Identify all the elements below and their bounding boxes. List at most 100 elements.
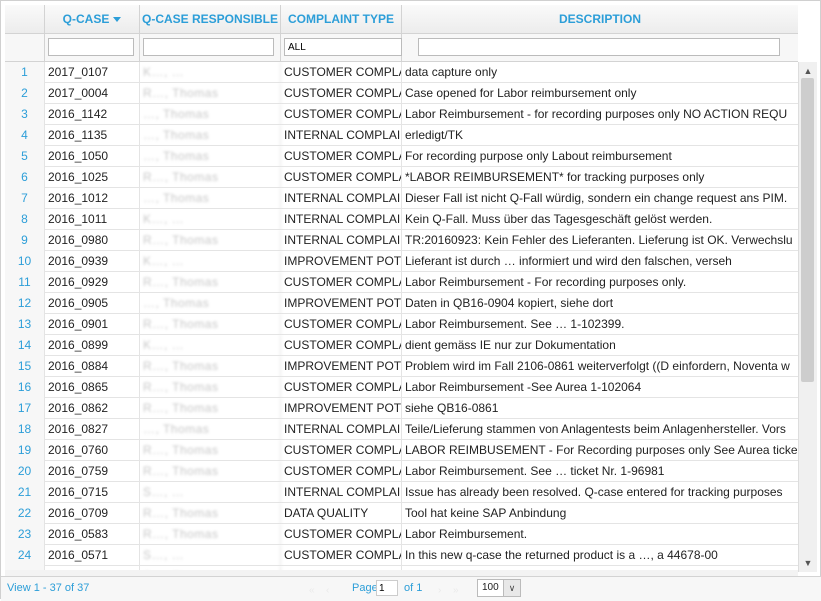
responsible-cell: …, Thomas	[140, 293, 281, 314]
table-row[interactable]: 13 2016_0901 R…, Thomas CUSTOMER COMPLA Labo…	[5, 314, 798, 335]
complaint-type-cell: IMPROVEMENT POTE	[281, 293, 402, 314]
table-row[interactable]: 11 2016_0929 R…, Thomas CUSTOMER COMPLA Labo…	[5, 272, 798, 293]
qcase-cell: 2016_0901	[45, 314, 140, 335]
row-number-cell: 12	[5, 293, 45, 314]
table-row[interactable]: 14 2016_0899 K…, … CUSTOMER COMPLA dient gem…	[5, 335, 798, 356]
complaint-type-filter-select[interactable]	[284, 38, 402, 56]
scroll-down-icon[interactable]: ▼	[799, 556, 817, 570]
complaint-type-header-label: COMPLAINT TYPE	[287, 12, 394, 26]
qcase-filter-input[interactable]	[48, 38, 134, 56]
responsible-cell: K…, …	[140, 62, 281, 83]
qcase-cell: 2016_1011	[45, 209, 140, 230]
complaint-type-cell: CUSTOMER COMPLA	[281, 461, 402, 482]
row-number-cell: 7	[5, 188, 45, 209]
chevron-down-icon[interactable]: ∨	[503, 580, 520, 596]
row-number-cell: 16	[5, 377, 45, 398]
sort-descending-icon[interactable]	[113, 17, 122, 23]
table-row[interactable]: 17 2016_0862 R…, Thomas IMPROVEMENT POTE sie…	[5, 398, 798, 419]
row-number-cell: 2	[5, 83, 45, 104]
column-header-description[interactable]: DESCRIPTION	[402, 5, 798, 33]
rows-per-page-select[interactable]: 100 ∨	[477, 579, 521, 597]
qcase-cell: 2016_0865	[45, 377, 140, 398]
description-cell: Labor Reimbursement -See Aurea 1-102064	[405, 380, 642, 394]
qcase-cell: 2016_0709	[45, 503, 140, 524]
scrollbar-thumb[interactable]	[801, 78, 814, 382]
column-header-responsible[interactable]: Q-CASE RESPONSIBLE	[140, 5, 281, 33]
responsible-filter-input[interactable]	[143, 38, 274, 56]
complaint-type-cell: CUSTOMER COMPLA	[281, 545, 402, 566]
qcase-grid: Q-CASE Q-CASE RESPONSIBLE COMPLAINT TYPE…	[0, 0, 821, 601]
table-row[interactable]: 19 2016_0760 R…, Thomas CUSTOMER COMPLA LABO…	[5, 440, 798, 461]
table-row[interactable]: 12 2016_0905…, Thomas IMPROVEMENT POTE Date…	[5, 293, 798, 314]
table-row[interactable]: 8 2016_1011 K…, … INTERNAL COMPLAIN Kein Q-F…	[5, 209, 798, 230]
responsible-cell: K…, …	[140, 335, 281, 356]
table-row[interactable]: 18 2016_0827…, Thomas INTERNAL COMPLAIN Tei…	[5, 419, 798, 440]
page-number-input[interactable]	[376, 580, 398, 596]
column-header-qcase[interactable]: Q-CASE	[45, 5, 140, 33]
table-row[interactable]: 22 2016_0709 R…, Thomas DATA QUALITY Tool ha…	[5, 503, 798, 524]
row-number-cell: 15	[5, 356, 45, 377]
complaint-type-cell: CUSTOMER COMPLA	[281, 440, 402, 461]
table-row[interactable]: 21 2016_0715 S…, … INTERNAL COMPLAIN Issue h…	[5, 482, 798, 503]
qcase-cell: 2016_0899	[45, 335, 140, 356]
last-page-icon[interactable]: »	[453, 585, 459, 596]
grid-body: 1 2017_0107 K…, … CUSTOMER COMPLA data captu…	[5, 62, 798, 570]
column-header-rownum	[5, 5, 45, 33]
column-header-complaint-type[interactable]: COMPLAINT TYPE	[281, 5, 402, 33]
next-page-icon[interactable]: ›	[438, 585, 441, 596]
complaint-type-cell: CUSTOMER COMPLA	[281, 314, 402, 335]
responsible-cell: R…, Thomas	[140, 314, 281, 335]
table-row[interactable]: 1 2017_0107 K…, … CUSTOMER COMPLA data captu…	[5, 62, 798, 83]
table-row[interactable]: 23 2016_0583 R…, Thomas CUSTOMER COMPLA Labo…	[5, 524, 798, 545]
complaint-type-cell: INTERNAL COMPLAIN	[281, 419, 402, 440]
table-row[interactable]: 20 2016_0759 R…, Thomas CUSTOMER COMPLA Labo…	[5, 461, 798, 482]
description-cell: Lieferant ist durch … informiert und wir…	[405, 254, 732, 268]
table-row[interactable]: 15 2016_0884 R…, Thomas IMPROVEMENT POTE Pro…	[5, 356, 798, 377]
table-row[interactable]: 3 2016_1142…, Thomas CUSTOMER COMPLA Labor …	[5, 104, 798, 125]
table-row[interactable]: 16 2016_0865 R…, Thomas CUSTOMER COMPLA Labo…	[5, 377, 798, 398]
prev-page-icon[interactable]: ‹	[326, 585, 329, 596]
description-filter-input[interactable]	[418, 38, 780, 56]
rows-per-page-value: 100	[482, 582, 499, 593]
table-row[interactable]: 2 2017_0004 R…, Thomas CUSTOMER COMPLA Case …	[5, 83, 798, 104]
row-number-cell: 6	[5, 167, 45, 188]
responsible-cell: S…, …	[140, 545, 281, 566]
responsible-cell: R…, Thomas	[140, 440, 281, 461]
first-page-icon[interactable]: «	[309, 585, 315, 596]
responsible-cell: R…, Thomas	[140, 230, 281, 251]
scroll-up-icon[interactable]: ▲	[799, 64, 817, 78]
row-number-cell: 4	[5, 125, 45, 146]
row-number-cell: 9	[5, 230, 45, 251]
qcase-cell: 2016_0760	[45, 440, 140, 461]
complaint-type-cell: INTERNAL COMPLAIN	[281, 482, 402, 503]
table-row[interactable]: 7 2016_1012…, Thomas INTERNAL COMPLAIN Dies…	[5, 188, 798, 209]
description-cell: Problem wird im Fall 2106-0861 weiterver…	[405, 359, 790, 373]
description-cell: Labor Reimbursement. See … 1-102399.	[405, 317, 625, 331]
complaint-type-cell: IMPROVEMENT POTE	[281, 356, 402, 377]
complaint-type-cell: CUSTOMER COMPLA	[281, 146, 402, 167]
row-number-cell: 8	[5, 209, 45, 230]
table-row[interactable]: 10 2016_0939 K…, … IMPROVEMENT POTE Lieferan…	[5, 251, 798, 272]
table-row[interactable]: 9 2016_0980 R…, Thomas INTERNAL COMPLAIN TR:…	[5, 230, 798, 251]
table-row[interactable]: 6 2016_1025 R…, Thomas CUSTOMER COMPLA *LABO…	[5, 167, 798, 188]
responsible-cell: S…, …	[140, 482, 281, 503]
description-cell: Tool hat keine SAP Anbindung	[405, 506, 567, 520]
table-row[interactable]: 24 2016_0571 S…, … CUSTOMER COMPLA In this n…	[5, 545, 798, 566]
table-row[interactable]: 4 2016_1135…, Thomas INTERNAL COMPLAIN erle…	[5, 125, 798, 146]
row-number-cell: 21	[5, 482, 45, 503]
description-cell: data capture only	[405, 65, 498, 79]
complaint-type-cell: CUSTOMER COMPLA	[281, 335, 402, 356]
table-row[interactable]: 5 2016_1050…, Thomas CUSTOMER COMPLA For re…	[5, 146, 798, 167]
vertical-scrollbar[interactable]: ▲ ▼	[798, 62, 817, 572]
filter-cell-rownum	[5, 34, 45, 61]
qcase-cell: 2017_0004	[45, 83, 140, 104]
row-number-cell: 13	[5, 314, 45, 335]
complaint-type-cell: CUSTOMER COMPLA	[281, 272, 402, 293]
row-number-cell: 24	[5, 545, 45, 566]
description-cell: Kein Q-Fall. Muss über das Tagesgeschäft…	[405, 212, 713, 226]
filter-cell-qcase	[45, 34, 140, 61]
row-number-cell: 23	[5, 524, 45, 545]
responsible-cell: R…, Thomas	[140, 398, 281, 419]
qcase-cell: 2016_0862	[45, 398, 140, 419]
description-cell: Teile/Lieferung stammen von Anlagentests…	[405, 422, 786, 436]
